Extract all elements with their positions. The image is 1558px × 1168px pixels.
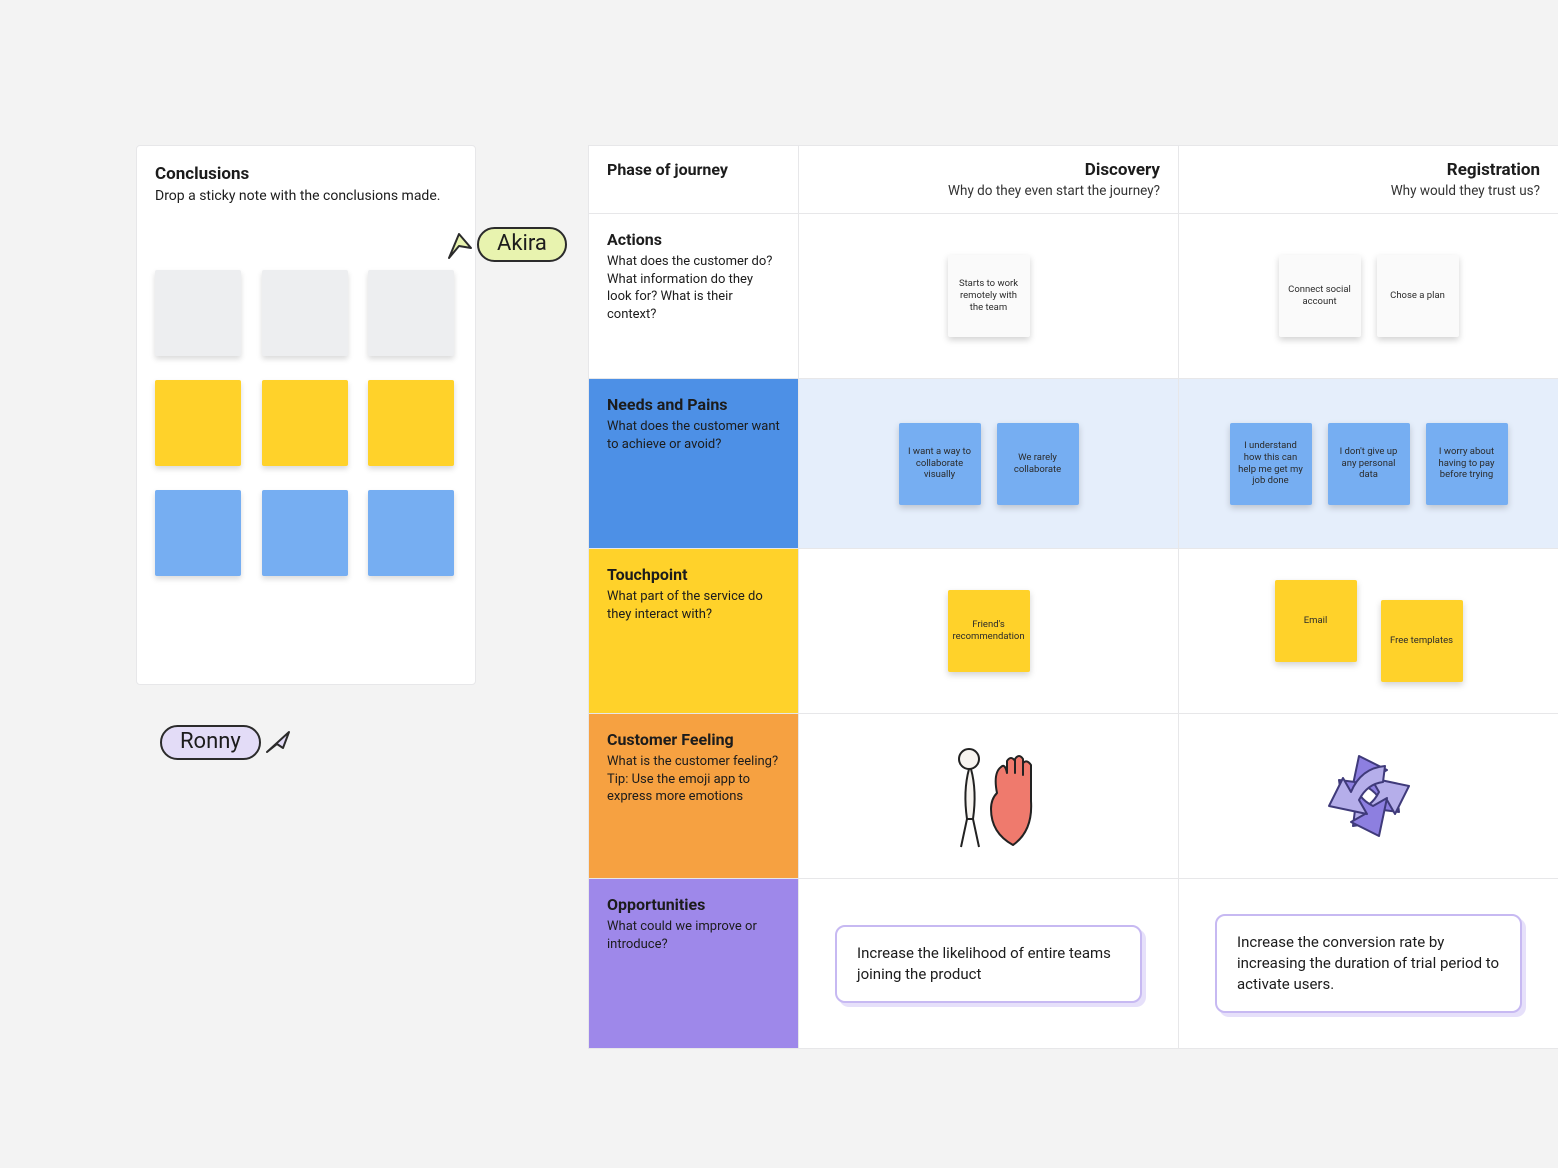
sticky-note[interactable] [155, 380, 241, 466]
conclusions-title: Conclusions [155, 164, 457, 184]
sticky-note[interactable]: I worry about having to pay before tryin… [1426, 423, 1508, 505]
feeling-illustration-rejection-icon[interactable] [813, 728, 1164, 864]
journey-phase-discovery: Discovery Why do they even start the jou… [799, 146, 1179, 213]
cursor-icon [445, 230, 475, 260]
opportunity-card[interactable]: Increase the likelihood of entire teams … [835, 925, 1142, 1003]
sticky-note[interactable] [262, 380, 348, 466]
journey-row-needs: Needs and Pains What does the customer w… [589, 379, 1558, 549]
row-desc: What does the customer want to achieve o… [607, 418, 780, 453]
journey-map-table[interactable]: Phase of journey Discovery Why do they e… [588, 145, 1558, 1049]
phase-title: Registration [1197, 160, 1540, 180]
row-desc: What could we improve or introduce? [607, 918, 780, 953]
sticky-note[interactable] [368, 380, 454, 466]
sticky-note[interactable] [368, 270, 454, 356]
presence-name: Akira [477, 227, 567, 262]
sticky-note[interactable]: Chose a plan [1377, 255, 1459, 337]
journey-row-feeling: Customer Feeling What is the customer fe… [589, 714, 1558, 879]
sticky-note[interactable] [155, 270, 241, 356]
sticky-note[interactable]: Free templates [1381, 600, 1463, 682]
row-label-actions: Actions What does the customer do? What … [589, 214, 799, 378]
phase-subtitle: Why do they even start the journey? [817, 183, 1160, 199]
journey-row-opportunities: Opportunities What could we improve or i… [589, 879, 1558, 1049]
cell-feeling-registration[interactable] [1179, 714, 1558, 878]
cell-needs-registration[interactable]: I understand how this can help me get my… [1179, 379, 1558, 548]
cell-opp-registration[interactable]: Increase the conversion rate by increasi… [1179, 879, 1558, 1048]
row-label-feeling: Customer Feeling What is the customer fe… [589, 714, 799, 878]
sticky-note[interactable]: I understand how this can help me get my… [1230, 423, 1312, 505]
sticky-note[interactable]: Connect social account [1279, 255, 1361, 337]
row-title: Customer Feeling [607, 730, 780, 749]
cell-actions-registration[interactable]: Connect social account Chose a plan [1179, 214, 1558, 378]
cell-opp-discovery[interactable]: Increase the likelihood of entire teams … [799, 879, 1179, 1048]
journey-row-touchpoint: Touchpoint What part of the service do t… [589, 549, 1558, 714]
presence-cursor-akira: Akira [445, 227, 567, 262]
sticky-note[interactable]: Friend's recommendation [948, 590, 1030, 672]
journey-phase-label-cell: Phase of journey [589, 146, 799, 213]
phase-of-journey-label: Phase of journey [607, 160, 780, 179]
sticky-note[interactable]: We rarely collaborate [997, 423, 1079, 505]
row-label-needs: Needs and Pains What does the customer w… [589, 379, 799, 548]
row-label-touchpoint: Touchpoint What part of the service do t… [589, 549, 799, 713]
sticky-note[interactable]: Email [1275, 580, 1357, 662]
cell-touch-registration[interactable]: Email Free templates [1179, 549, 1558, 713]
row-title: Opportunities [607, 895, 780, 914]
journey-phase-registration: Registration Why would they trust us? [1179, 146, 1558, 213]
sticky-note[interactable] [262, 270, 348, 356]
sticky-note[interactable]: Starts to work remotely with the team [948, 255, 1030, 337]
row-label-opportunities: Opportunities What could we improve or i… [589, 879, 799, 1048]
phase-subtitle: Why would they trust us? [1197, 183, 1540, 199]
cell-needs-discovery[interactable]: I want a way to collaborate visually We … [799, 379, 1179, 548]
sticky-note[interactable] [262, 490, 348, 576]
sticky-note[interactable]: I want a way to collaborate visually [899, 423, 981, 505]
row-desc: What part of the service do they interac… [607, 588, 780, 623]
phase-title: Discovery [817, 160, 1160, 180]
whiteboard-canvas[interactable]: Conclusions Drop a sticky note with the … [0, 0, 1558, 1168]
row-title: Actions [607, 230, 780, 249]
journey-header-row: Phase of journey Discovery Why do they e… [589, 146, 1558, 214]
cell-touch-discovery[interactable]: Friend's recommendation [799, 549, 1179, 713]
presence-name: Ronny [160, 725, 261, 760]
sticky-note[interactable] [155, 490, 241, 576]
cursor-icon [263, 728, 293, 758]
journey-row-actions: Actions What does the customer do? What … [589, 214, 1558, 379]
feeling-illustration-cycle-icon[interactable] [1193, 728, 1544, 864]
opportunity-card[interactable]: Increase the conversion rate by increasi… [1215, 914, 1522, 1013]
row-title: Needs and Pains [607, 395, 780, 414]
cell-feeling-discovery[interactable] [799, 714, 1179, 878]
conclusions-panel[interactable]: Conclusions Drop a sticky note with the … [136, 145, 476, 685]
conclusions-note-grid [155, 270, 457, 576]
sticky-note[interactable] [368, 490, 454, 576]
conclusions-subtitle: Drop a sticky note with the conclusions … [155, 188, 457, 204]
cell-actions-discovery[interactable]: Starts to work remotely with the team [799, 214, 1179, 378]
row-title: Touchpoint [607, 565, 780, 584]
sticky-note[interactable]: I don't give up any personal data [1328, 423, 1410, 505]
presence-cursor-ronny: Ronny [160, 725, 293, 760]
row-desc: What does the customer do? What informat… [607, 253, 780, 323]
row-desc: What is the customer feeling? Tip: Use t… [607, 753, 780, 806]
